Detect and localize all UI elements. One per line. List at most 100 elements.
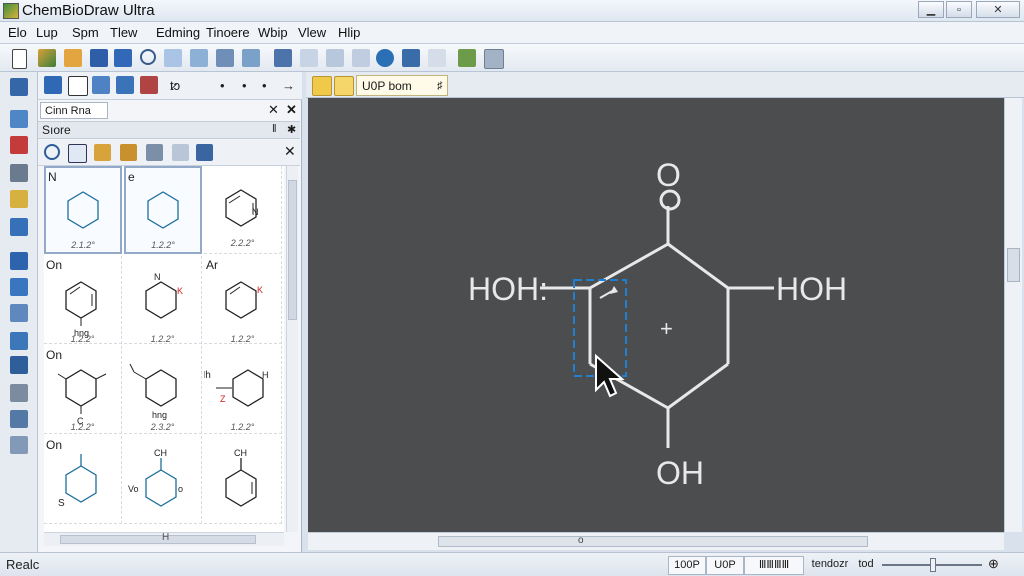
search-structure-icon[interactable] bbox=[10, 332, 28, 350]
paste-icon[interactable] bbox=[216, 49, 234, 67]
menu-edit[interactable]: Lup bbox=[36, 25, 58, 40]
ring-tool-icon[interactable] bbox=[10, 190, 28, 208]
oxygen-lone-ring bbox=[659, 189, 681, 211]
table-icon[interactable] bbox=[300, 49, 318, 67]
chain-tool-icon[interactable] bbox=[10, 218, 28, 236]
template-grid-icon[interactable] bbox=[68, 144, 87, 163]
menu-view[interactable]: Spm bbox=[72, 25, 99, 40]
panel-close-button[interactable]: ✕ bbox=[268, 102, 279, 118]
canvas-vertical-scrollbar[interactable] bbox=[1004, 98, 1022, 532]
cut-icon[interactable] bbox=[164, 49, 182, 67]
eraser-icon[interactable] bbox=[10, 136, 28, 154]
bond-tool-icon[interactable] bbox=[10, 164, 28, 182]
search-icon[interactable] bbox=[44, 144, 60, 160]
scroll-thumb[interactable] bbox=[438, 536, 868, 547]
menu-text[interactable]: Tinoere bbox=[206, 25, 250, 40]
grid-icon[interactable] bbox=[352, 49, 370, 67]
refresh-icon[interactable] bbox=[172, 144, 189, 161]
clipboard-icon[interactable] bbox=[242, 49, 260, 67]
template-grid: N 2.1.2° e 1.2.2° N 2.2.2° On hng 1.2.2°… bbox=[44, 166, 284, 532]
structure-check-icon[interactable] bbox=[402, 49, 420, 67]
menu-help[interactable]: Hlip bbox=[338, 25, 360, 40]
template-cell[interactable]: N 2.2.2° bbox=[204, 166, 282, 254]
template-cell[interactable]: Hh Z H 1.2.2° bbox=[204, 346, 282, 434]
template-cell[interactable]: On C 1.2.2° bbox=[44, 346, 122, 434]
select-icon[interactable] bbox=[44, 76, 62, 94]
folder-icon[interactable] bbox=[94, 144, 111, 161]
magnify-icon[interactable] bbox=[10, 278, 28, 296]
color-icon[interactable] bbox=[376, 49, 394, 67]
export-icon[interactable] bbox=[196, 144, 213, 161]
settings-icon[interactable] bbox=[428, 49, 446, 67]
select-arrow-icon[interactable] bbox=[10, 78, 28, 96]
add-atom-icon[interactable] bbox=[116, 76, 134, 94]
menu-object[interactable]: Tlew bbox=[110, 25, 137, 40]
template-cell[interactable]: On S bbox=[44, 436, 122, 524]
arrow-right-button[interactable]: → bbox=[282, 78, 295, 93]
arrow-tool-icon[interactable] bbox=[10, 356, 28, 374]
template-cell[interactable]: N 2.1.2° bbox=[44, 166, 122, 254]
menu-structure[interactable]: Edming bbox=[156, 25, 200, 40]
bracket-tool-icon[interactable] bbox=[10, 410, 28, 428]
panel-tab[interactable]: Cinn Rna bbox=[40, 102, 108, 119]
template-horizontal-scrollbar[interactable]: H bbox=[44, 532, 284, 546]
iconbar-close-button[interactable]: ✕ bbox=[284, 143, 296, 160]
panel-pin-button[interactable]: ✕ bbox=[286, 102, 297, 118]
favorite-icon[interactable]: ✱ bbox=[287, 123, 296, 136]
orbital-tool-icon[interactable] bbox=[10, 384, 28, 402]
scroll-thumb[interactable] bbox=[288, 180, 297, 320]
zoom-icon[interactable] bbox=[140, 49, 156, 65]
menu-curves[interactable]: Wbip bbox=[258, 25, 288, 40]
align-icon[interactable] bbox=[326, 49, 344, 67]
template-cell[interactable]: On hng 1.2.2° bbox=[44, 256, 122, 344]
substituted-ring: K bbox=[225, 281, 263, 319]
gear-icon[interactable] bbox=[146, 144, 163, 161]
line-icon[interactable] bbox=[92, 76, 110, 94]
mouse-cursor-icon bbox=[595, 353, 625, 398]
template-cell[interactable]: CH bbox=[204, 436, 282, 524]
scroll-thumb[interactable] bbox=[60, 535, 256, 544]
grip-icon[interactable]: ‖ bbox=[272, 123, 277, 135]
document-tab[interactable]: U0P bom ♯ bbox=[356, 75, 448, 96]
pencil-icon[interactable] bbox=[64, 49, 82, 67]
doc-icon-2[interactable] bbox=[334, 76, 354, 96]
save-icon[interactable] bbox=[90, 49, 108, 67]
zoom-in-icon[interactable]: ⊕ bbox=[988, 556, 999, 572]
dot-1[interactable]: • bbox=[220, 78, 225, 93]
canvas-horizontal-scrollbar[interactable]: o bbox=[308, 532, 1004, 550]
menu-file[interactable]: Elo bbox=[8, 25, 27, 40]
template-cell[interactable]: N K 1.2.2° bbox=[124, 256, 202, 344]
doc-icon[interactable] bbox=[312, 76, 332, 96]
dot-2[interactable]: • bbox=[242, 78, 247, 93]
dot-3[interactable]: • bbox=[262, 78, 267, 93]
scroll-thumb[interactable] bbox=[1007, 248, 1020, 282]
bond-angle-label[interactable]: t̷ɔ bbox=[170, 78, 180, 93]
import-icon[interactable] bbox=[120, 144, 137, 161]
drawing-canvas[interactable]: O HOH: HOH OH + bbox=[308, 98, 1004, 532]
atom-label-icon[interactable] bbox=[10, 436, 28, 454]
arrow-up-icon[interactable] bbox=[458, 49, 476, 67]
open-file-icon[interactable] bbox=[38, 49, 56, 67]
template-cell[interactable]: hng 2.3.2° bbox=[124, 346, 202, 434]
copy-icon[interactable] bbox=[190, 49, 208, 67]
text-tool-icon[interactable] bbox=[10, 252, 28, 270]
page-setup-icon[interactable] bbox=[274, 49, 292, 67]
menu-window[interactable]: Vlew bbox=[298, 25, 326, 40]
maximize-button[interactable]: ▫ bbox=[946, 1, 972, 18]
templates-panel: Cinn Rna ✕ ✕ Sıore ‖ ✱ ✕ N 2.1.2° e 1.2.… bbox=[38, 100, 302, 552]
save-as-icon[interactable] bbox=[114, 49, 132, 67]
new-document-icon[interactable] bbox=[12, 49, 27, 69]
move-tool-icon[interactable] bbox=[484, 49, 504, 69]
template-cell[interactable]: CH Vo o bbox=[124, 436, 202, 524]
rectangle-icon[interactable] bbox=[68, 76, 88, 96]
template-cell[interactable]: Ar K 1.2.2° bbox=[204, 256, 282, 344]
template-vertical-scrollbar[interactable] bbox=[286, 166, 298, 532]
minimize-button[interactable]: ▁ bbox=[918, 1, 944, 18]
charge-icon[interactable] bbox=[140, 76, 158, 94]
zoom-slider-thumb[interactable] bbox=[930, 558, 936, 572]
template-cell[interactable]: e 1.2.2° bbox=[124, 166, 202, 254]
tab-pin-icon[interactable]: ♯ bbox=[437, 76, 443, 96]
close-button[interactable]: ✕ bbox=[976, 1, 1020, 18]
zoom-out-icon[interactable] bbox=[10, 304, 28, 322]
lasso-icon[interactable] bbox=[10, 110, 28, 128]
